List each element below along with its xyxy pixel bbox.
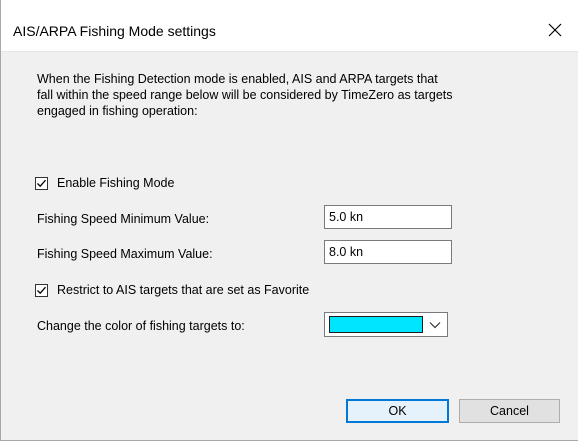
min-speed-label: Fishing Speed Minimum Value: [37,212,210,226]
max-speed-input[interactable]: 8.0 kn [324,240,452,264]
checkbox-box[interactable] [35,283,48,297]
min-speed-input[interactable]: 5.0 kn [324,205,452,229]
max-speed-label: Fishing Speed Maximum Value: [37,247,213,261]
enable-fishing-mode-checkbox[interactable]: Enable Fishing Mode [35,174,174,192]
color-swatch [329,316,423,333]
chevron-down-icon [429,322,441,329]
restrict-favorite-checkbox[interactable]: Restrict to AIS targets that are set as … [35,281,309,299]
description-text: When the Fishing Detection mode is enabl… [37,71,557,119]
title-bar: AIS/ARPA Fishing Mode settings [1,0,578,52]
checkmark-icon [37,286,46,294]
ok-button[interactable]: OK [346,399,449,423]
enable-fishing-mode-label: Enable Fishing Mode [57,176,175,190]
dialog-content: When the Fishing Detection mode is enabl… [1,53,578,440]
dialog-title: AIS/ARPA Fishing Mode settings [13,23,216,39]
restrict-favorite-label: Restrict to AIS targets that are set as … [57,283,310,297]
close-icon [548,23,562,37]
close-button[interactable] [532,8,578,52]
fishing-mode-dialog: AIS/ARPA Fishing Mode settings When the … [0,0,578,441]
dropdown-arrow[interactable] [427,317,443,333]
checkbox-box[interactable] [35,176,48,190]
fishing-color-label: Change the color of fishing targets to: [37,319,245,333]
checkmark-icon [37,179,46,187]
description-line: fall within the speed range below will b… [37,88,453,102]
fishing-color-dropdown[interactable] [324,312,448,337]
cancel-button[interactable]: Cancel [459,399,560,423]
description-line: When the Fishing Detection mode is enabl… [37,72,438,86]
description-line: engaged in fishing operation: [37,104,198,118]
